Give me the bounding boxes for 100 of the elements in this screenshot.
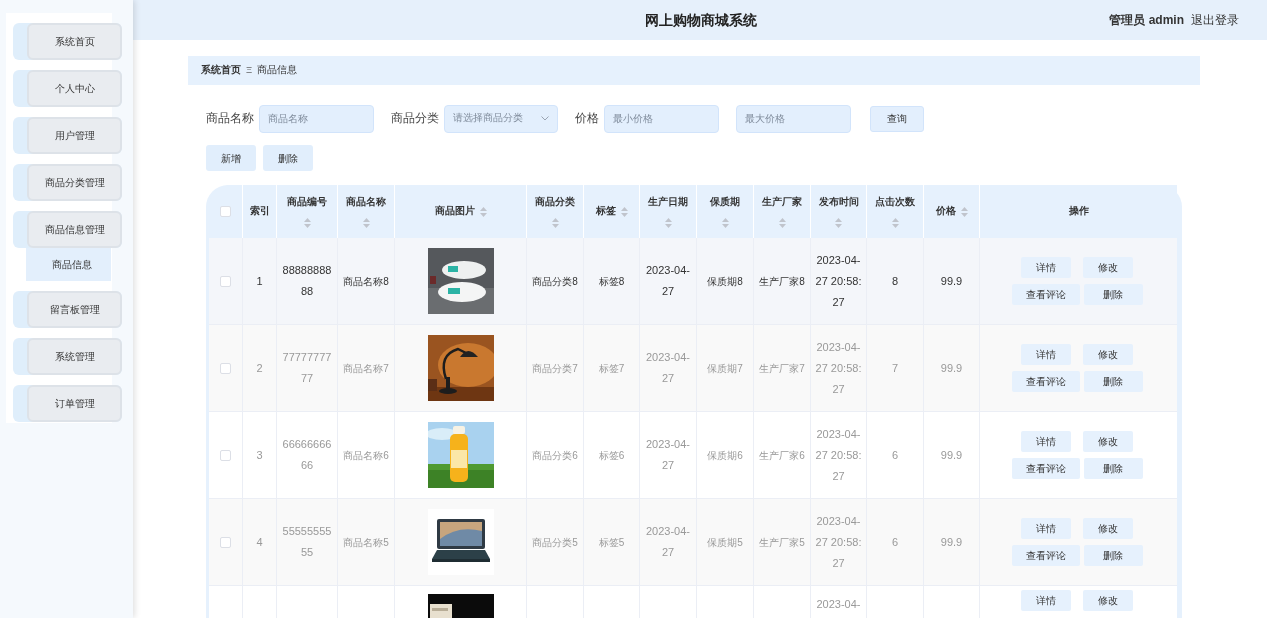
menu-item[interactable]: 订单管理 — [13, 385, 122, 422]
table-row[interactable]: 4 5555555555 商品名称5 商品分类5 标签5 2023-04-27 保质期5 生产厂家5 2023-04-27 20:58:27 6 99.9 详情 修改 查看评论 删除 — [209, 499, 1177, 586]
row-action-button[interactable]: 修改 — [1082, 590, 1133, 611]
query-button[interactable]: 查询 — [870, 105, 924, 132]
row-action-button[interactable]: 删除 — [1083, 371, 1143, 392]
table-cell-text: 商品名称8 — [343, 274, 389, 289]
row-action-button[interactable]: 查看评论 — [1011, 545, 1080, 566]
row-action-button[interactable]: 删除 — [1083, 458, 1143, 479]
table-cell-text: 8888888888 — [282, 263, 332, 299]
sort-icon[interactable] — [778, 217, 786, 228]
row-action-button[interactable]: 修改 — [1082, 431, 1133, 452]
app-title: 网上购物商城系统 — [645, 10, 757, 30]
table-row[interactable]: 2023-04- 详情 修改 — [209, 586, 1177, 618]
row-action-button[interactable]: 修改 — [1082, 257, 1133, 278]
row-action-button[interactable]: 查看评论 — [1011, 284, 1080, 305]
user-name: 管理员 admin — [1109, 12, 1184, 29]
row-action-button[interactable]: 删除 — [1083, 545, 1143, 566]
row-action-button[interactable]: 详情 — [1020, 344, 1071, 365]
sort-icon[interactable] — [960, 206, 968, 217]
sort-icon[interactable] — [362, 217, 370, 228]
sort-icon[interactable] — [620, 206, 628, 217]
table-row[interactable]: 2 7777777777 商品名称7 商品分类7 标签7 2023-04-27 保质期7 生产厂家7 2023-04-27 20:58:27 7 99.9 详情 修改 查看评论 删除 — [209, 325, 1177, 412]
search-field[interactable]: 最大价格 — [736, 104, 851, 133]
table-cell-text: 99.9 — [940, 273, 963, 289]
table-row[interactable]: 3 6666666666 商品名称6 商品分类6 标签6 2023-04-27 保质期6 生产厂家6 2023-04-27 20:58:27 6 99.9 详情 修改 查看评论 删除 — [209, 412, 1177, 499]
checkbox[interactable] — [220, 449, 231, 461]
table-cell-text: 商品分类6 — [532, 448, 578, 463]
row-action-button[interactable]: 详情 — [1020, 431, 1071, 452]
row-action-button[interactable]: 修改 — [1082, 344, 1133, 365]
breadcrumb-item[interactable]: 商品信息 — [257, 63, 298, 78]
sort-icon[interactable] — [835, 217, 842, 228]
logout-link[interactable]: 退出登录 — [1191, 11, 1239, 29]
action-button[interactable]: 新增 — [206, 145, 256, 171]
table-cell-text: 商品名称7 — [343, 361, 389, 376]
table-cell-text: 保质期5 — [707, 535, 743, 550]
table-cell-text: 8 — [891, 273, 899, 289]
table-cell-text: 2023-04-27 20:58:27 — [814, 513, 863, 571]
menu-item[interactable]: 系统首页 — [13, 23, 122, 60]
table-cell-text: 商品分类8 — [532, 274, 578, 289]
table-cell-text: 生产厂家7 — [759, 361, 805, 376]
table-cell-text: 1 — [256, 273, 263, 289]
sort-icon[interactable] — [721, 217, 729, 228]
table-cell-text: 3 — [256, 447, 263, 463]
menu-item[interactable]: 系统管理 — [13, 338, 122, 375]
table-cell-text: 标签7 — [598, 361, 625, 376]
table-cell-text: 6 — [891, 534, 899, 550]
table-cell-text: 2023-04- — [815, 597, 862, 612]
row-action-button[interactable]: 详情 — [1020, 257, 1071, 278]
row-action-button[interactable]: 删除 — [1083, 284, 1143, 305]
row-action-button[interactable]: 查看评论 — [1011, 458, 1080, 479]
column-header: 索引 — [249, 204, 270, 219]
table-cell-text: 2023-04-27 20:58:27 — [814, 339, 863, 397]
table-cell-text: 2 — [256, 360, 263, 376]
sort-icon[interactable] — [891, 217, 899, 228]
sort-icon[interactable] — [551, 217, 559, 228]
column-header: 生产日期 — [648, 195, 688, 210]
column-header: 标签 — [595, 204, 616, 219]
breadcrumb-item[interactable]: 系统首页 — [201, 63, 241, 78]
row-action-button[interactable]: 详情 — [1020, 518, 1071, 539]
search-field[interactable]: 商品名称 — [259, 104, 374, 133]
table-cell-text: 7 — [891, 360, 899, 376]
menu-item[interactable]: 留言板管理 — [13, 291, 122, 328]
table-cell-text: 生产厂家8 — [759, 274, 805, 289]
table-cell-text: 4 — [256, 534, 263, 550]
submenu-item[interactable]: 商品信息 — [26, 248, 111, 281]
checkbox[interactable] — [220, 206, 231, 217]
table-cell-text: 6 — [891, 447, 899, 463]
menu-item[interactable]: 商品分类管理 — [13, 164, 122, 201]
row-action-button[interactable]: 详情 — [1020, 590, 1071, 611]
field-label: 商品分类 — [391, 110, 439, 126]
column-header: 商品名称 — [346, 195, 386, 210]
chevron-down-icon — [541, 116, 549, 121]
column-header: 保质期 — [710, 195, 740, 210]
column-header: 商品图片 — [434, 204, 475, 219]
table-cell-text: 6666666666 — [282, 437, 332, 473]
menu-item[interactable]: 用户管理 — [13, 117, 122, 154]
checkbox[interactable] — [220, 275, 231, 287]
table-cell-text: 2023-04-27 — [644, 350, 691, 386]
table-cell-text: 7777777777 — [282, 350, 332, 386]
table-cell-text: 生产厂家6 — [759, 448, 805, 463]
row-action-button[interactable]: 查看评论 — [1011, 371, 1080, 392]
search-field[interactable]: 最小价格 — [604, 104, 719, 133]
row-action-button[interactable]: 修改 — [1082, 518, 1133, 539]
table-cell-text: 商品名称5 — [343, 535, 389, 550]
column-header: 商品编号 — [287, 195, 327, 210]
table-row[interactable]: 1 8888888888 商品名称8 商品分类8 标签8 2023-04-27 保质期8 生产厂家8 2023-04-27 20:58:27 8 99.9 详情 修改 查看评论 删除 — [209, 238, 1177, 325]
sort-icon[interactable] — [664, 217, 672, 228]
action-button[interactable]: 删除 — [263, 145, 313, 171]
breadcrumb-separator: Ξ — [246, 63, 253, 78]
checkbox[interactable] — [220, 362, 231, 374]
field-label: 商品名称 — [206, 110, 254, 126]
table-cell-text: 商品分类7 — [532, 361, 578, 376]
table-cell-text: 标签8 — [598, 274, 625, 289]
table-cell-text: 99.9 — [940, 360, 963, 376]
sort-icon[interactable] — [303, 217, 311, 228]
table-cell-text: 商品名称6 — [343, 448, 389, 463]
menu-item[interactable]: 商品信息管理 — [13, 211, 122, 248]
sort-icon[interactable] — [479, 206, 487, 217]
menu-item[interactable]: 个人中心 — [13, 70, 122, 107]
checkbox[interactable] — [220, 536, 231, 548]
